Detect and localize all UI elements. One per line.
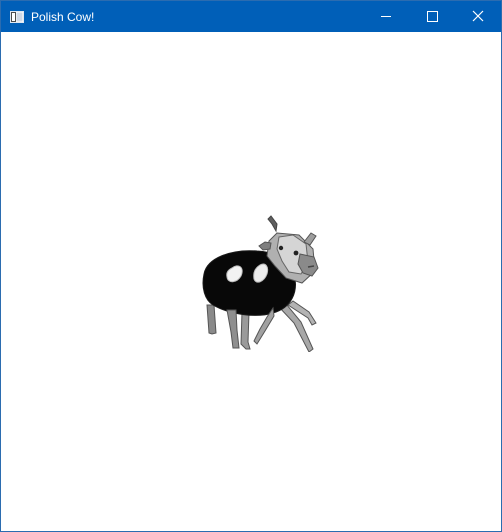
maximize-button[interactable]	[409, 1, 455, 32]
close-icon	[472, 10, 484, 22]
minimize-button[interactable]	[363, 1, 409, 32]
window-content	[1, 32, 501, 531]
app-window-icon[interactable]	[10, 10, 24, 23]
title-bar[interactable]: Polish Cow!	[1, 1, 501, 32]
app-window: Polish Cow!	[0, 0, 502, 532]
cow-image	[202, 215, 319, 352]
minimize-icon	[381, 16, 391, 17]
window-title: Polish Cow!	[31, 10, 95, 24]
close-button[interactable]	[455, 1, 501, 32]
maximize-icon	[427, 11, 438, 22]
